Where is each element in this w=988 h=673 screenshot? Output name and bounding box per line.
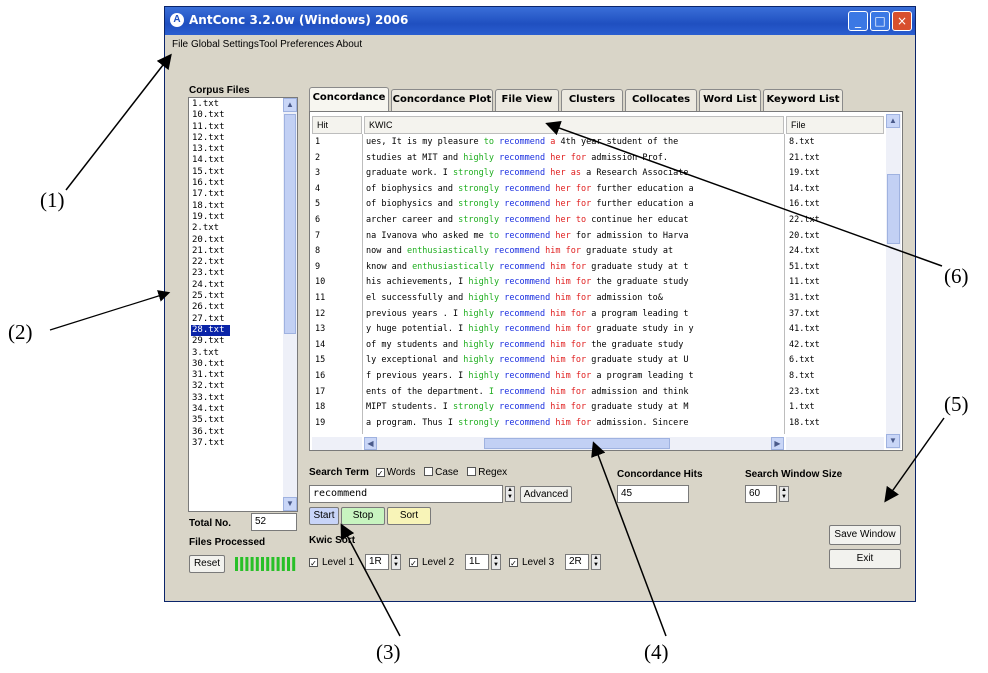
annotation-3: (3) — [376, 640, 401, 664]
arrow-5 — [884, 417, 945, 503]
arrow-6 — [545, 121, 943, 267]
arrow-2 — [49, 290, 171, 331]
annotation-2: (2) — [8, 320, 33, 344]
annotation-6: (6) — [944, 264, 969, 288]
annotation-1: (1) — [40, 188, 65, 212]
arrow-4 — [591, 441, 667, 637]
arrow-3 — [340, 523, 401, 637]
annotation-arrows — [49, 53, 945, 637]
annotation-5: (5) — [944, 392, 969, 416]
annotation-4: (4) — [644, 640, 669, 664]
arrow-1 — [65, 53, 172, 191]
